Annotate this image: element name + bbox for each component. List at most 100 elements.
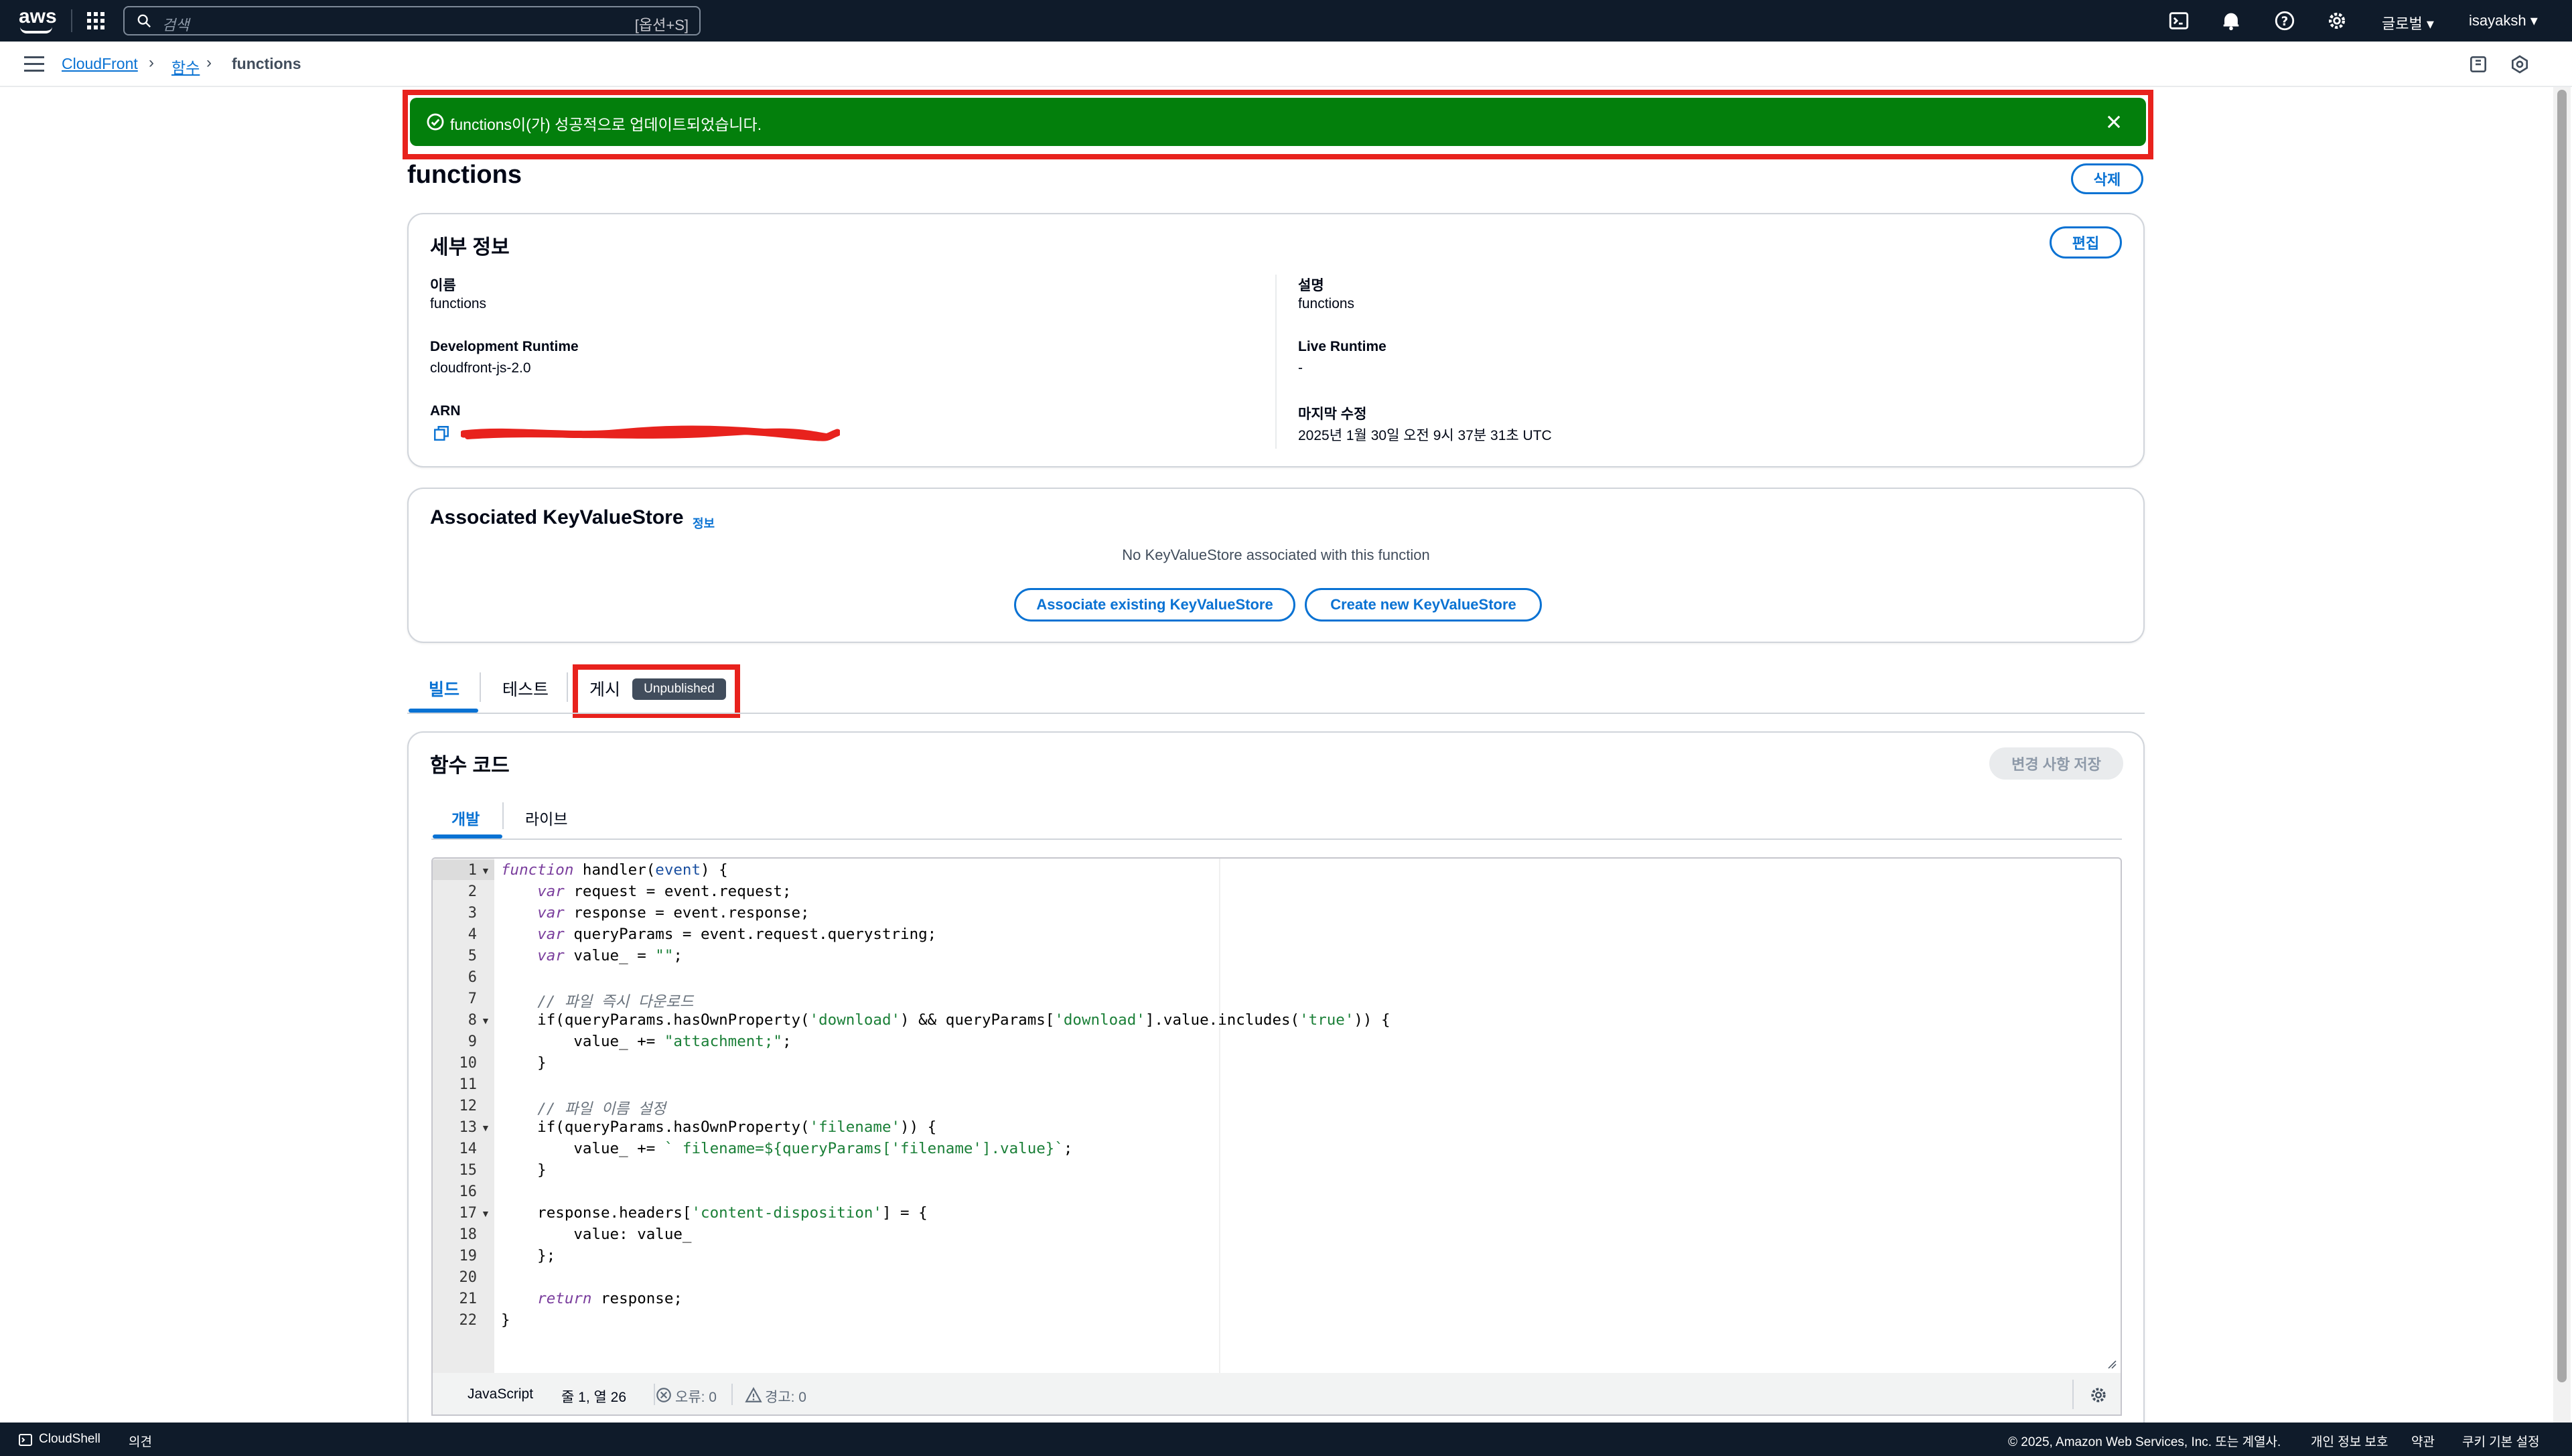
code-line: if(queryParams.hasOwnProperty('download'… — [501, 1011, 1390, 1029]
keyvaluestore-panel: Associated KeyValueStore 정보 No KeyValueS… — [407, 488, 2145, 643]
line-number: 14 — [459, 1141, 478, 1157]
tools-panel-icon[interactable] — [2509, 54, 2530, 75]
user-menu[interactable]: isayaksh ▾ — [2469, 12, 2538, 29]
footer-privacy[interactable]: 개인 정보 보호 — [2311, 1432, 2388, 1450]
code-line: }; — [501, 1247, 556, 1264]
nav-divider — [71, 9, 72, 32]
console-footer: CloudShell 의견 © 2025, Amazon Web Service… — [0, 1423, 2572, 1456]
code-line: var queryParams = event.request.querystr… — [537, 926, 937, 943]
live-runtime-label: Live Runtime — [1298, 339, 1386, 354]
cursor-position: 줄 1, 열 26 — [561, 1390, 627, 1405]
fold-toggle-icon[interactable]: ▼ — [481, 1015, 490, 1026]
info-panel-icon[interactable] — [2468, 54, 2489, 75]
associate-kvs-button[interactable]: Associate existing KeyValueStore — [1014, 588, 1295, 622]
breadcrumb-current: functions — [232, 55, 301, 72]
kvs-info-link[interactable]: 정보 — [693, 514, 715, 532]
editor-status-bar: JavaScript 줄 1, 열 26 오류: 0 경고: 0 — [431, 1373, 2122, 1416]
line-number: 9 — [468, 1033, 477, 1050]
tabs-baseline — [407, 713, 2145, 714]
line-number: 7 — [468, 991, 477, 1007]
column-divider — [1275, 275, 1277, 449]
breadcrumb-cloudfront[interactable]: CloudFront — [62, 55, 138, 73]
subtab-development[interactable]: 개발 — [451, 806, 480, 829]
line-number: 1 — [468, 862, 477, 879]
active-tab-indicator — [409, 709, 478, 713]
status-separator — [2072, 1380, 2074, 1409]
code-line: function handler(event) { — [501, 861, 728, 879]
kvs-title: Associated KeyValueStore — [430, 506, 684, 528]
create-kvs-button[interactable]: Create new KeyValueStore — [1305, 588, 1542, 622]
tab-test[interactable]: 테스트 — [502, 676, 549, 701]
delete-button[interactable]: 삭제 — [2071, 163, 2143, 194]
aws-logo[interactable]: aws — [19, 7, 57, 33]
line-number: 4 — [468, 926, 477, 943]
services-grid-icon[interactable] — [86, 11, 106, 31]
search-placeholder: 검색 — [162, 17, 190, 33]
live-runtime-value: - — [1298, 360, 1303, 376]
copy-icon[interactable] — [433, 425, 450, 442]
line-number: 5 — [468, 948, 477, 964]
warning-icon — [745, 1387, 762, 1402]
code-line: value_ += "attachment;"; — [501, 1033, 792, 1050]
success-flashbar: functions이(가) 성공적으로 업데이트되었습니다. — [410, 98, 2146, 146]
last-modified-value: 2025년 1월 30일 오전 9시 37분 31초 UTC — [1298, 428, 1552, 443]
footer-cloudshell[interactable]: CloudShell — [39, 1432, 100, 1447]
code-line: // 파일 이름 설정 — [537, 1100, 666, 1118]
save-changes-button[interactable]: 변경 사항 저장 — [1989, 747, 2123, 780]
menu-hamburger-icon[interactable] — [24, 56, 44, 72]
tab-separator — [567, 672, 568, 702]
line-number: 17 — [459, 1205, 478, 1222]
code-line: response.headers['content-disposition'] … — [501, 1204, 928, 1222]
page-title: functions — [407, 161, 522, 189]
line-number: 13 — [459, 1119, 478, 1136]
search-shortcut: [옵션+S] — [634, 17, 689, 33]
line-number: 22 — [459, 1312, 478, 1329]
subtab-live[interactable]: 라이브 — [525, 806, 567, 829]
notifications-bell-icon[interactable] — [2220, 9, 2242, 32]
code-line: return response; — [537, 1290, 683, 1307]
code-panel-title: 함수 코드 — [430, 755, 510, 777]
settings-gear-icon[interactable] — [2326, 9, 2348, 32]
line-number-gutter: 1 ▼ 2 3 4 5 6 7 8 ▼ 9 10 11 12 13 ▼ 14 15 16 17 ▼ 18 19 20 21 22 — [433, 859, 494, 1373]
code-line: var value_ = ""; — [537, 947, 683, 964]
error-count: 오류: 0 — [675, 1390, 717, 1405]
breadcrumb-chevron-icon: › — [206, 54, 212, 72]
editor-settings-gear-icon[interactable] — [2088, 1385, 2109, 1405]
code-editor[interactable]: 1 ▼ 2 3 4 5 6 7 8 ▼ 9 10 11 12 13 ▼ 14 15 16 17 ▼ 18 19 20 21 22 … — [431, 857, 2122, 1374]
breadcrumb-functions-list[interactable]: 함수 — [171, 55, 200, 78]
line-number: 16 — [459, 1183, 478, 1200]
line-number: 6 — [468, 969, 477, 986]
description-label: 설명 — [1298, 278, 1324, 293]
line-number: 10 — [459, 1055, 478, 1072]
cloudshell-icon[interactable] — [17, 1432, 33, 1448]
status-separator — [731, 1384, 733, 1405]
print-margin — [1219, 859, 1220, 1373]
search-icon — [137, 14, 151, 27]
search-input[interactable]: 검색 [옵션+S] — [123, 6, 701, 35]
subtabs-baseline — [431, 839, 2122, 840]
page-scrollbar[interactable] — [2553, 87, 2571, 1423]
close-icon[interactable] — [2104, 113, 2123, 131]
line-number: 11 — [459, 1076, 478, 1093]
footer-terms[interactable]: 약관 — [2411, 1432, 2435, 1450]
footer-feedback[interactable]: 의견 — [129, 1432, 152, 1450]
cloudshell-icon[interactable] — [2167, 9, 2190, 32]
region-selector[interactable]: 글로벌 ▾ — [2382, 12, 2434, 33]
tab-build[interactable]: 빌드 — [429, 676, 459, 701]
flash-message: functions이(가) 성공적으로 업데이트되었습니다. — [450, 116, 762, 133]
dev-runtime-label: Development Runtime — [430, 339, 579, 354]
line-number: 20 — [459, 1269, 478, 1286]
fold-toggle-icon[interactable]: ▼ — [481, 1208, 490, 1219]
footer-cookies[interactable]: 쿠키 기본 설정 — [2462, 1432, 2539, 1450]
name-label: 이름 — [430, 278, 456, 293]
line-number: 21 — [459, 1291, 478, 1307]
line-number: 15 — [459, 1162, 478, 1179]
resize-handle-icon[interactable] — [2106, 1358, 2117, 1369]
fold-toggle-icon[interactable]: ▼ — [481, 1122, 490, 1133]
help-icon[interactable]: ? — [2273, 9, 2296, 32]
code-line: } — [501, 1054, 547, 1072]
fold-toggle-icon[interactable]: ▼ — [481, 865, 490, 876]
details-title: 세부 정보 — [430, 236, 510, 259]
scrollbar-thumb[interactable] — [2557, 90, 2567, 1382]
edit-button[interactable]: 편집 — [2050, 226, 2122, 259]
